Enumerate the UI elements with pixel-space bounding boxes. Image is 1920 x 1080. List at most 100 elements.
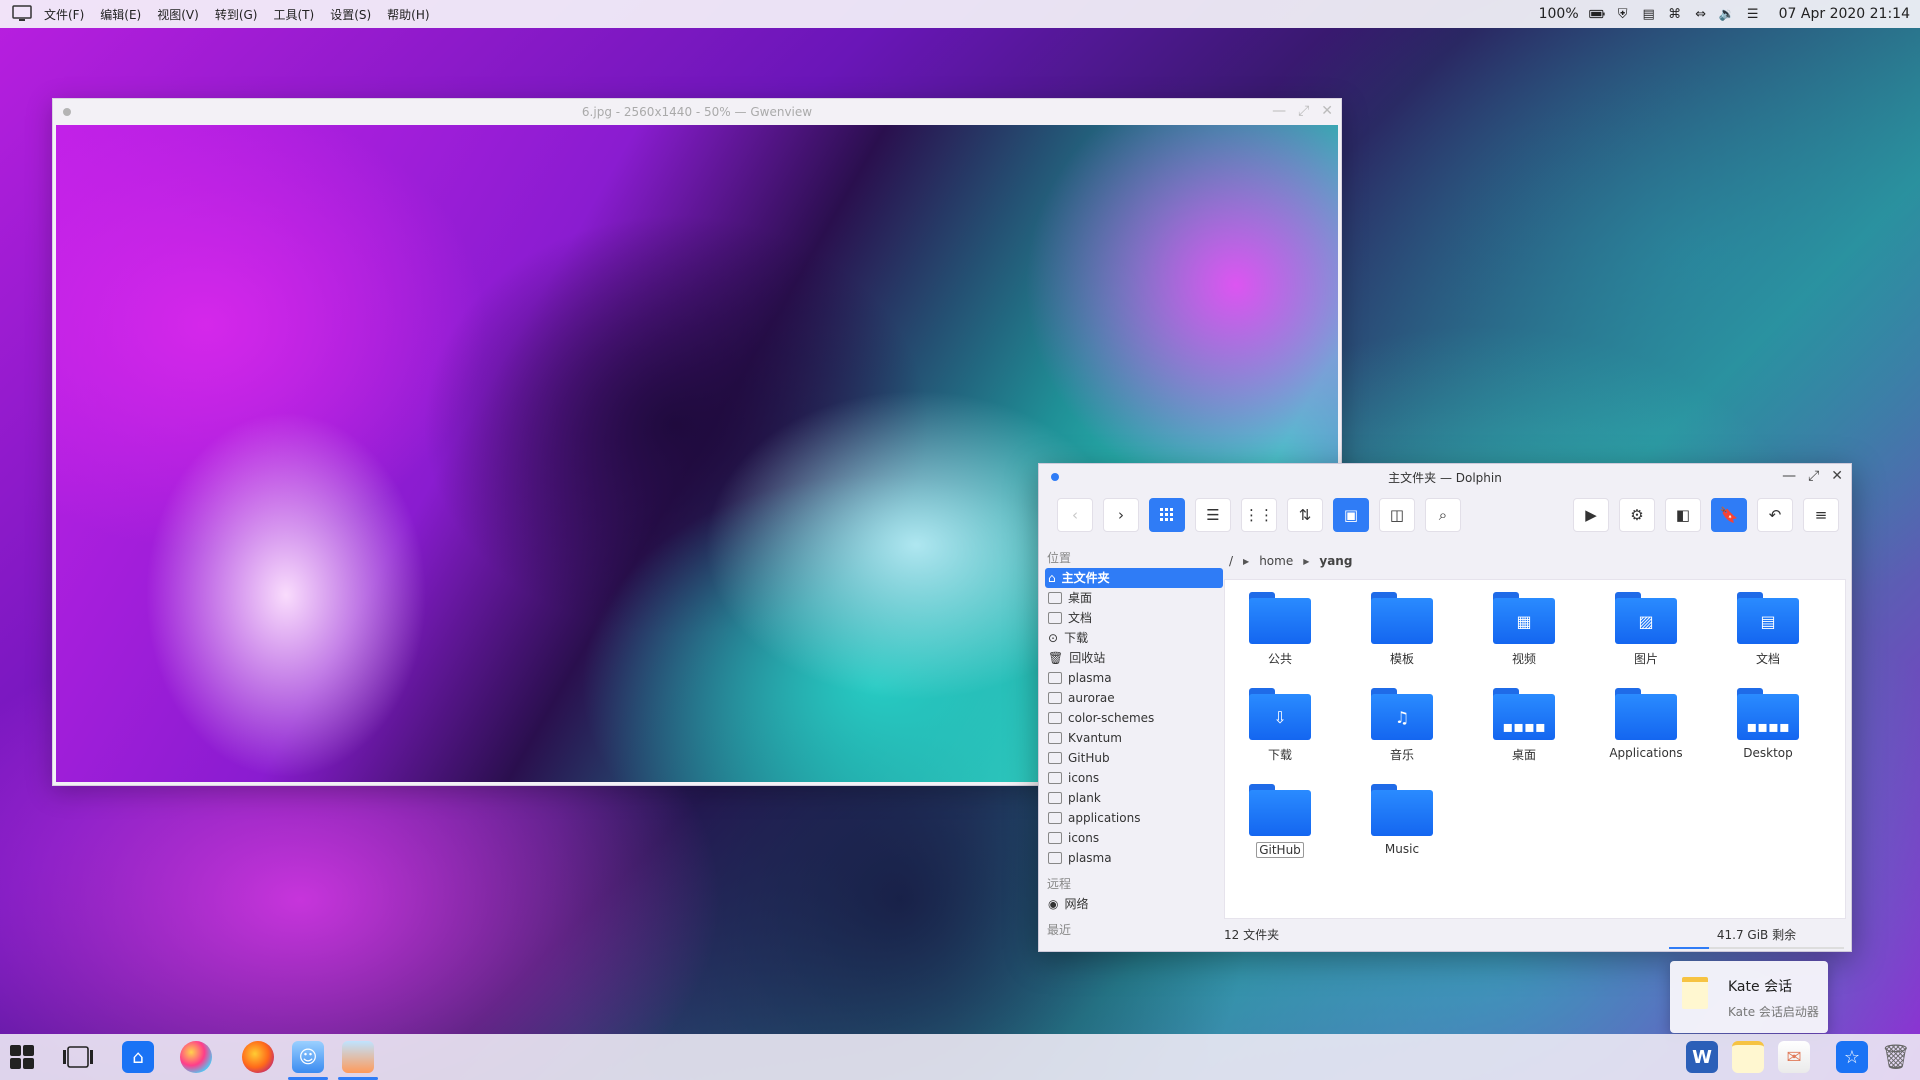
word-icon[interactable]: W	[1686, 1041, 1718, 1073]
folder-item[interactable]: ▦ 视频	[1474, 588, 1574, 667]
breadcrumb-root[interactable]: /	[1229, 554, 1233, 568]
mail-icon[interactable]: ✉	[1778, 1041, 1810, 1073]
place-network[interactable]: ◉ 网络	[1045, 894, 1223, 914]
hamburger-menu-button[interactable]: ≡	[1803, 498, 1839, 532]
menu-edit[interactable]: 编辑(E)	[92, 6, 149, 23]
grid-icon	[1160, 508, 1173, 521]
notifications-icon[interactable]: ☰	[1745, 6, 1761, 22]
place-kvantum[interactable]: Kvantum	[1045, 728, 1223, 748]
place-plasma[interactable]: plasma	[1045, 668, 1223, 688]
network-icon[interactable]: ⇔	[1693, 6, 1709, 22]
bookmark-button[interactable]: 🔖	[1711, 498, 1747, 532]
image-viewer-icon[interactable]	[342, 1041, 374, 1073]
close-icon[interactable]: ✕	[1321, 103, 1333, 119]
back-button[interactable]: ‹	[1057, 498, 1093, 532]
trash-icon[interactable]: 🗑	[1880, 1041, 1912, 1073]
dolphin-window: 主文件夹 — Dolphin — ⤢ ✕ ‹ › ☰ ⋮⋮ ⇅ ▣ ◫ ⌕ ▶ …	[1038, 463, 1852, 952]
battery-icon[interactable]	[1588, 6, 1605, 22]
color-picker-icon[interactable]	[180, 1041, 212, 1073]
settings-button[interactable]: ⚙	[1619, 498, 1655, 532]
forward-button[interactable]: ›	[1103, 498, 1139, 532]
window-menu-icon[interactable]	[1051, 473, 1059, 481]
monitor-icon[interactable]	[8, 0, 36, 28]
gwenview-title: 6.jpg - 2560x1440 - 50% — Gwenview	[581, 105, 813, 119]
place-icons[interactable]: icons	[1045, 768, 1223, 788]
menu-go[interactable]: 转到(G)	[207, 6, 266, 23]
maximize-icon[interactable]: ⤢	[1808, 468, 1819, 484]
place-trash[interactable]: 🗑 回收站	[1045, 648, 1223, 668]
place-applications[interactable]: applications	[1045, 808, 1223, 828]
place-home[interactable]: ⌂ 主文件夹	[1045, 568, 1223, 588]
menu-help[interactable]: 帮助(H)	[379, 6, 437, 23]
folder-videos-icon: ▦	[1493, 592, 1555, 644]
close-icon[interactable]: ✕	[1831, 468, 1843, 484]
menu-tools[interactable]: 工具(T)	[265, 6, 322, 23]
file-manager-icon[interactable]: ⌂	[122, 1041, 154, 1073]
folder-item[interactable]: ▪▪▪▪ 桌面	[1474, 684, 1574, 763]
panel-button[interactable]: ◧	[1665, 498, 1701, 532]
folder-item[interactable]: 公共	[1230, 588, 1330, 667]
minimize-icon[interactable]: —	[1272, 103, 1286, 119]
folder-item[interactable]: ▤ 文档	[1718, 588, 1818, 667]
split-view-button[interactable]: ◫	[1379, 498, 1415, 532]
menu-file[interactable]: 文件(F)	[36, 6, 92, 23]
place-desktop[interactable]: 桌面	[1045, 588, 1223, 608]
clipboard-icon[interactable]: ▤	[1641, 6, 1657, 22]
notes-icon[interactable]	[1732, 1041, 1764, 1073]
finder-icon[interactable]: ☺	[292, 1041, 324, 1073]
place-downloads[interactable]: ⊙ 下载	[1045, 628, 1223, 648]
breadcrumb-current[interactable]: yang	[1319, 554, 1352, 568]
place-plasma-2[interactable]: plasma	[1045, 848, 1223, 868]
window-menu-icon[interactable]	[63, 108, 71, 116]
folder-item[interactable]: ⇩ 下载	[1230, 684, 1330, 763]
compact-view-button[interactable]: ⋮⋮	[1241, 498, 1277, 532]
dolphin-titlebar[interactable]: 主文件夹 — Dolphin — ⤢ ✕	[1039, 464, 1851, 490]
place-label: Kvantum	[1068, 731, 1122, 745]
folder-item[interactable]: 模板	[1352, 588, 1452, 667]
breadcrumb-home[interactable]: home	[1259, 554, 1293, 568]
search-button[interactable]: ⌕	[1425, 498, 1461, 532]
gwenview-titlebar[interactable]: 6.jpg - 2560x1440 - 50% — Gwenview — ⤢ ✕	[53, 99, 1341, 125]
sort-button[interactable]: ⇅	[1287, 498, 1323, 532]
folder-item[interactable]: Applications	[1596, 684, 1696, 760]
download-icon: ⊙	[1048, 631, 1059, 645]
folder-icon	[1249, 592, 1311, 644]
place-aurorae[interactable]: aurorae	[1045, 688, 1223, 708]
firefox-icon[interactable]	[242, 1041, 274, 1073]
folder-item[interactable]: Music	[1352, 780, 1452, 856]
undo-button[interactable]: ↶	[1757, 498, 1793, 532]
minimize-icon[interactable]: —	[1782, 468, 1796, 484]
file-view[interactable]: 公共 模板 ▦ 视频 ▨ 图片 ▤ 文档 ⇩ 下载 ♫ 音乐 ▪▪▪▪ 桌面 Applica…	[1224, 579, 1846, 919]
place-plank[interactable]: plank	[1045, 788, 1223, 808]
place-label: 下载	[1064, 631, 1089, 645]
preview-button[interactable]: ▣	[1333, 498, 1369, 532]
terminal-button[interactable]: ▶	[1573, 498, 1609, 532]
dolphin-title: 主文件夹 — Dolphin	[1388, 470, 1502, 485]
place-color-schemes[interactable]: color-schemes	[1045, 708, 1223, 728]
free-space-indicator[interactable]: 41.7 GiB 剩余	[1669, 926, 1844, 949]
place-icons-2[interactable]: icons	[1045, 828, 1223, 848]
folder-item[interactable]: GitHub	[1230, 780, 1330, 858]
clock[interactable]: 07 Apr 2020 21:14	[1779, 6, 1910, 22]
start-menu-icon[interactable]	[6, 1041, 38, 1073]
task-view-icon[interactable]	[62, 1041, 94, 1073]
place-github[interactable]: GitHub	[1045, 748, 1223, 768]
details-view-button[interactable]: ☰	[1195, 498, 1231, 532]
maximize-icon[interactable]: ⤢	[1298, 103, 1309, 119]
folder-downloads-icon: ⇩	[1249, 688, 1311, 740]
folder-item[interactable]: ♫ 音乐	[1352, 684, 1452, 763]
shield-icon[interactable]: ⛨	[1615, 6, 1631, 22]
place-documents[interactable]: 文档	[1045, 608, 1223, 628]
folder-icon[interactable]: ☆	[1836, 1041, 1868, 1073]
menu-view[interactable]: 视图(V)	[149, 6, 207, 23]
free-space-label: 41.7 GiB 剩余	[1716, 927, 1797, 942]
kdeconnect-icon[interactable]: ⌘	[1667, 6, 1683, 22]
taskbar: ⌂ ☺ W ✉ ☆ 🗑	[0, 1034, 1920, 1080]
sort-icon: ⇅	[1298, 506, 1312, 524]
menu-settings[interactable]: 设置(S)	[322, 6, 379, 23]
folder-item[interactable]: ▪▪▪▪ Desktop	[1718, 684, 1818, 760]
folder-item[interactable]: ▨ 图片	[1596, 588, 1696, 667]
kate-session-popup[interactable]: Kate 会话 Kate 会话启动器	[1670, 961, 1828, 1033]
volume-icon[interactable]: 🔉	[1719, 6, 1735, 22]
icons-view-button[interactable]	[1149, 498, 1185, 532]
